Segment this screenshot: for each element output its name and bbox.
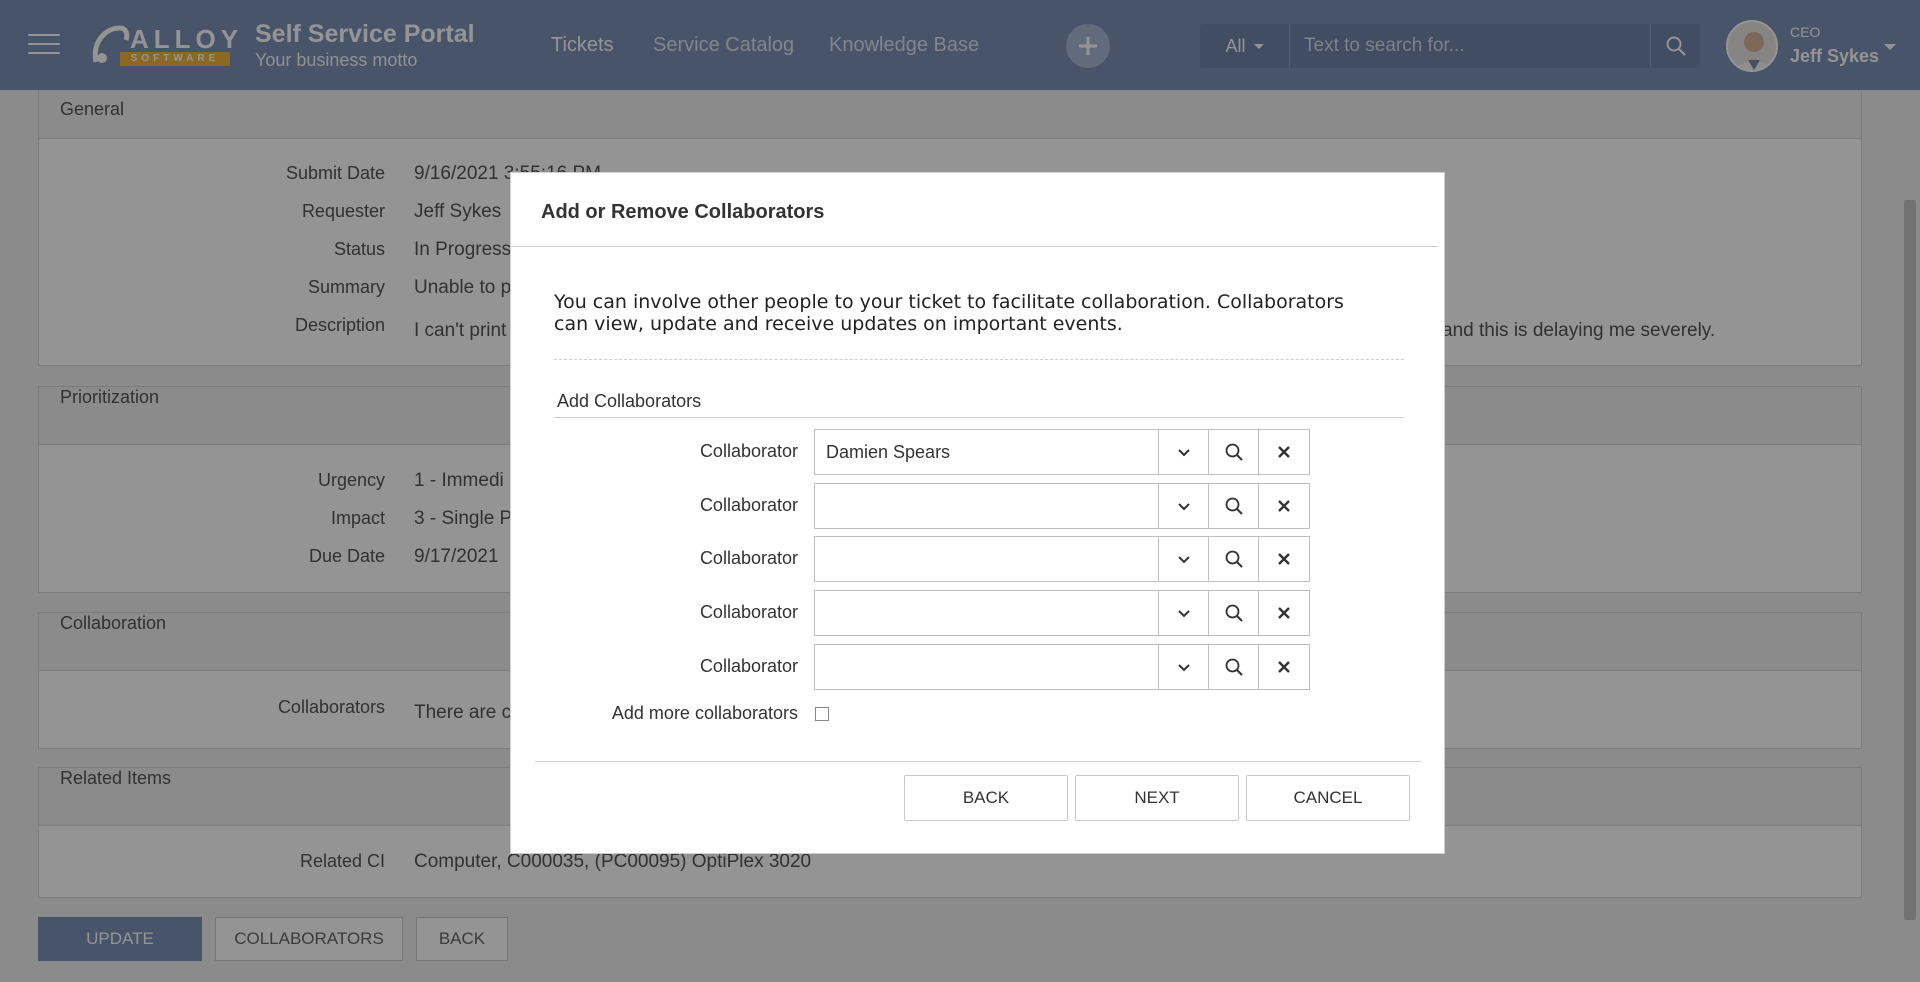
collaborator-clear-button[interactable] xyxy=(1259,484,1309,528)
collaborator-field xyxy=(814,536,1310,582)
close-icon xyxy=(1278,446,1290,458)
collaborator-clear-button[interactable] xyxy=(1259,645,1309,689)
collaborator-search-button[interactable] xyxy=(1209,430,1259,474)
collaborator-input[interactable] xyxy=(815,430,1159,474)
collaborator-row: Collaborator xyxy=(511,536,1446,582)
chevron-down-icon xyxy=(1177,449,1190,457)
collaborator-dropdown-button[interactable] xyxy=(1159,645,1209,689)
collaborator-field xyxy=(814,429,1310,475)
dialog-description: You can involve other people to your tic… xyxy=(554,291,1344,335)
chevron-down-icon xyxy=(1177,503,1190,511)
collaborator-label: Collaborator xyxy=(699,548,798,568)
divider xyxy=(511,246,1438,247)
collaborator-label: Collaborator xyxy=(699,495,798,515)
close-icon xyxy=(1278,553,1290,565)
collaborator-row: Collaborator xyxy=(511,590,1446,636)
search-icon xyxy=(1225,550,1243,568)
chevron-down-icon xyxy=(1177,664,1190,672)
collaborator-label: Collaborator xyxy=(699,656,798,676)
collaborator-search-button[interactable] xyxy=(1209,537,1259,581)
collaborator-clear-button[interactable] xyxy=(1259,537,1309,581)
collaborator-dropdown-button[interactable] xyxy=(1159,591,1209,635)
search-icon xyxy=(1225,497,1243,515)
search-icon xyxy=(1225,604,1243,622)
search-icon xyxy=(1225,443,1243,461)
collaborator-label: Collaborator xyxy=(699,602,798,622)
add-more-collaborators-label: Add more collaborators xyxy=(611,703,798,723)
collaborator-row: Collaborator xyxy=(511,644,1446,690)
collaborator-input[interactable] xyxy=(815,645,1159,689)
collaborator-dropdown-button[interactable] xyxy=(1159,430,1209,474)
collaborator-clear-button[interactable] xyxy=(1259,430,1309,474)
dialog-next-button[interactable]: NEXT xyxy=(1075,775,1239,821)
add-more-collaborators-checkbox[interactable] xyxy=(815,707,829,721)
collaborator-clear-button[interactable] xyxy=(1259,591,1309,635)
search-icon xyxy=(1225,658,1243,676)
close-icon xyxy=(1278,661,1290,673)
chevron-down-icon xyxy=(1177,610,1190,618)
dialog-cancel-button[interactable]: CANCEL xyxy=(1246,775,1410,821)
close-icon xyxy=(1278,500,1290,512)
collaborator-dropdown-button[interactable] xyxy=(1159,537,1209,581)
add-collaborators-heading: Add Collaborators xyxy=(557,391,702,411)
divider xyxy=(554,359,1404,360)
collaborator-input[interactable] xyxy=(815,484,1159,528)
collaborator-input[interactable] xyxy=(815,537,1159,581)
collaborator-field xyxy=(814,483,1310,529)
collaborator-row: Collaborator xyxy=(511,483,1446,529)
collaborator-label: Collaborator xyxy=(699,441,798,461)
chevron-down-icon xyxy=(1177,556,1190,564)
collaborator-field xyxy=(814,644,1310,690)
dialog-title: Add or Remove Collaborators xyxy=(541,201,825,223)
collaborator-input[interactable] xyxy=(815,591,1159,635)
collaborator-search-button[interactable] xyxy=(1209,484,1259,528)
collaborator-field xyxy=(814,590,1310,636)
collaborator-search-button[interactable] xyxy=(1209,591,1259,635)
close-icon xyxy=(1278,607,1290,619)
divider xyxy=(554,417,1404,418)
collaborator-row: Collaborator xyxy=(511,429,1446,475)
dialog-back-button[interactable]: BACK xyxy=(904,775,1068,821)
collaborator-search-button[interactable] xyxy=(1209,645,1259,689)
collaborator-dropdown-button[interactable] xyxy=(1159,484,1209,528)
divider xyxy=(535,761,1421,762)
collaborators-dialog: Add or Remove Collaborators You can invo… xyxy=(510,172,1445,854)
